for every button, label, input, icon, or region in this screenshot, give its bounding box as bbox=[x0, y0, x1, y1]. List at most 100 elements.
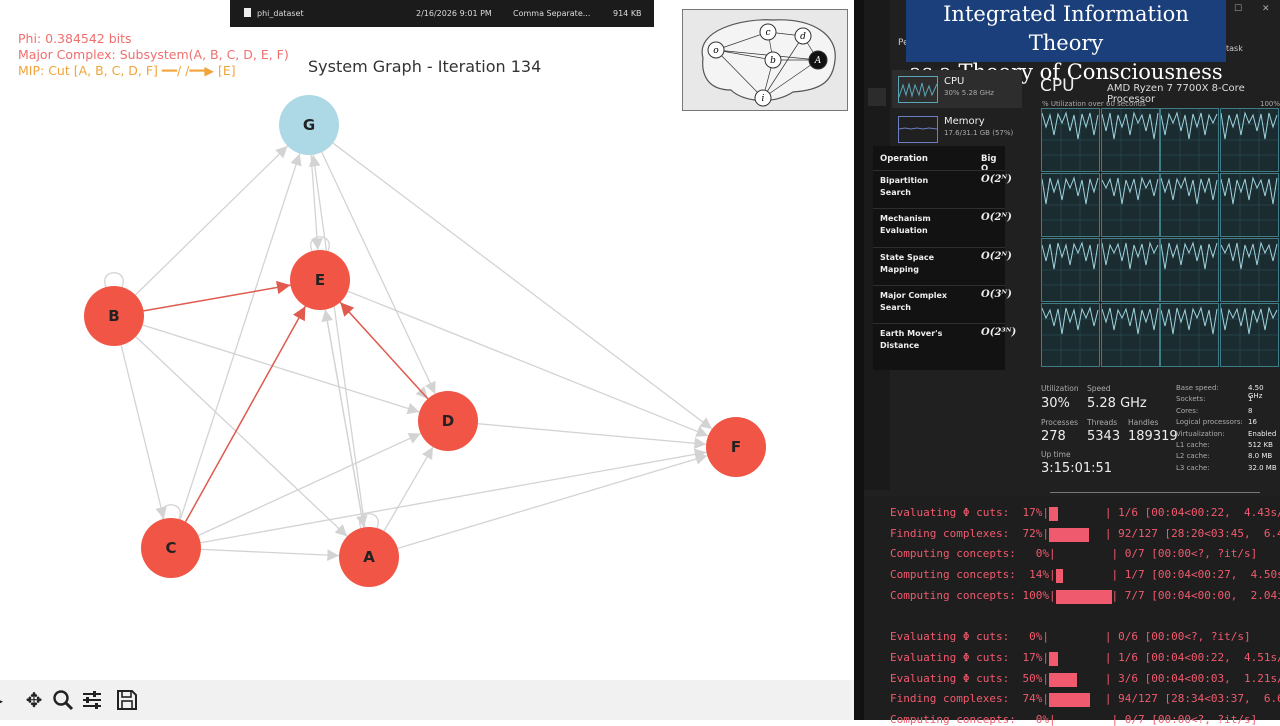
edge-B-C bbox=[121, 345, 164, 519]
file-name: phi_dataset bbox=[257, 9, 304, 18]
edge-A-D bbox=[384, 447, 433, 531]
big-o-value: O(2ᴺ) bbox=[981, 174, 1012, 185]
graph-title: System Graph - Iteration 134 bbox=[308, 57, 541, 76]
terminal-line-stats: | 7/7 [00:04<00:00, 2.04it/s] bbox=[1112, 589, 1280, 602]
spec-value: 4.50 GHz bbox=[1248, 384, 1280, 400]
progress-bar bbox=[1056, 590, 1112, 604]
cpu-core-graph bbox=[1101, 238, 1160, 302]
cpu-core-graph bbox=[1160, 238, 1219, 302]
spec-key: Virtualization: bbox=[1176, 430, 1225, 438]
file-explorer-row[interactable]: phi_dataset 2/16/2026 9:01 PM Comma Sepa… bbox=[230, 0, 654, 27]
edge-E-A bbox=[325, 310, 364, 528]
run-task-button[interactable]: task bbox=[1226, 44, 1243, 53]
complexity-row: Bipartition Search O(2ᴺ) bbox=[873, 170, 1005, 207]
node-label: E bbox=[315, 271, 325, 289]
cpu-core-graph bbox=[1041, 238, 1100, 302]
spec-value: 1 bbox=[1248, 395, 1252, 403]
cpu-core-graph bbox=[1220, 173, 1279, 237]
home-icon[interactable]: ▸ bbox=[0, 688, 10, 712]
cpu-core-graph bbox=[1041, 303, 1100, 367]
complexity-row: State Space Mapping O(2ᴺ) bbox=[873, 247, 1005, 286]
progress-bar bbox=[1049, 528, 1089, 542]
pan-icon[interactable]: ✥ bbox=[22, 688, 46, 712]
complexity-row: Earth Mover's Distance O(2³ᴺ) bbox=[873, 323, 1005, 364]
brain-label-o: o bbox=[713, 46, 719, 56]
edge-E-F bbox=[348, 291, 708, 436]
spec-value: 8 bbox=[1248, 407, 1252, 415]
cpu-core-graph bbox=[1101, 303, 1160, 367]
edge-C-F bbox=[201, 452, 707, 542]
file-date: 2/16/2026 9:01 PM bbox=[416, 9, 492, 18]
cpu-core-graph bbox=[1101, 108, 1160, 172]
big-o-value: O(2³ᴺ) bbox=[981, 327, 1016, 338]
sidebar-processes-icon[interactable] bbox=[868, 88, 886, 106]
maximize-icon[interactable]: ☐ bbox=[1234, 4, 1242, 14]
spec-key: Logical processors: bbox=[1176, 418, 1243, 426]
nav-cpu[interactable]: CPU 30% 5.28 GHz bbox=[892, 70, 1022, 108]
edge-C-E bbox=[186, 306, 306, 522]
uptime-label: Up time bbox=[1041, 450, 1071, 459]
close-icon[interactable]: ✕ bbox=[1262, 4, 1270, 14]
cpu-core-grid bbox=[1041, 108, 1278, 368]
header-operation: Operation bbox=[880, 154, 928, 164]
big-o-value: O(3ᴺ) bbox=[981, 289, 1012, 300]
spec-key: L2 cache: bbox=[1176, 452, 1210, 460]
brain-label-d: d bbox=[800, 32, 806, 42]
terminal-line-stats: | 92/127 [28:20<03:45, 6.45s/it] bbox=[1105, 527, 1280, 540]
spec-key: Cores: bbox=[1176, 407, 1198, 415]
brain-label-i: i bbox=[762, 94, 765, 104]
file-type: Comma Separate... bbox=[513, 9, 590, 18]
nav-memory[interactable]: Memory 17.6/31.1 GB (57%) bbox=[892, 110, 1022, 148]
terminal-line-label: Evaluating Φ cuts: 50%| bbox=[890, 672, 1049, 685]
operation-name: Earth Mover's Distance bbox=[880, 328, 948, 352]
progress-bar bbox=[1049, 673, 1077, 687]
edge-G-F bbox=[333, 143, 712, 429]
node-label: G bbox=[303, 116, 315, 134]
progress-bar bbox=[1056, 569, 1064, 583]
terminal-line-stats: | 1/6 [00:04<00:22, 4.51s/it] bbox=[1105, 651, 1280, 664]
file-icon bbox=[244, 8, 251, 17]
spec-key: L1 cache: bbox=[1176, 441, 1210, 449]
phi-info-panel: Phi: 0.384542 bits Major Complex: Subsys… bbox=[18, 31, 289, 79]
edge-C-D bbox=[198, 434, 420, 536]
configure-icon[interactable] bbox=[80, 688, 104, 712]
terminal-line-label: Evaluating Φ cuts: 0%| bbox=[890, 630, 1049, 643]
nav-cpu-label: CPU bbox=[944, 76, 964, 87]
zoom-icon[interactable] bbox=[51, 688, 75, 712]
node-E: E bbox=[290, 250, 350, 310]
handles-label: Handles bbox=[1128, 418, 1158, 427]
terminal-line-stats: | 1/7 [00:04<00:27, 4.50s/it] bbox=[1112, 568, 1280, 581]
handles-value: 189319 bbox=[1128, 429, 1178, 444]
panel-divider bbox=[854, 0, 864, 720]
mip-cut: MIP: Cut [A, B, C, D, F] ━━/ /━━▶ [E] bbox=[18, 63, 289, 79]
node-D: D bbox=[418, 391, 478, 451]
terminal-line-label: Finding complexes: 74%| bbox=[890, 692, 1049, 705]
edge-D-F bbox=[478, 424, 706, 445]
cpu-thumbnail bbox=[898, 76, 938, 103]
phi-value: Phi: 0.384542 bits bbox=[18, 31, 289, 47]
cpu-core-graph bbox=[1220, 238, 1279, 302]
utilization-label: Utilization bbox=[1041, 384, 1079, 393]
processes-value: 278 bbox=[1041, 429, 1066, 444]
cpu-core-graph bbox=[1160, 108, 1219, 172]
cpu-core-graph bbox=[1220, 108, 1279, 172]
cpu-core-graph bbox=[1160, 303, 1219, 367]
edge-A-F bbox=[398, 456, 708, 549]
utilization-caption: % Utilization over 60 seconds bbox=[1042, 100, 1146, 108]
node-F: F bbox=[706, 417, 766, 477]
terminal-line-label: Finding complexes: 72%| bbox=[890, 527, 1049, 540]
spec-key: Sockets: bbox=[1176, 395, 1205, 403]
operation-name: Major Complex Search bbox=[880, 290, 948, 314]
complexity-row: Major Complex Search O(3ᴺ) bbox=[873, 285, 1005, 324]
save-icon[interactable] bbox=[115, 688, 139, 712]
plot-toolbar: ▸ ✥ bbox=[0, 680, 854, 720]
terminal-line-label: Computing concepts: 14%| bbox=[890, 568, 1056, 581]
operation-name: Bipartition Search bbox=[880, 175, 948, 199]
spec-value: 32.0 MB bbox=[1248, 464, 1277, 472]
cpu-title: CPU bbox=[1040, 76, 1075, 96]
spec-key: L3 cache: bbox=[1176, 464, 1210, 472]
node-label: F bbox=[731, 438, 741, 456]
memory-thumbnail bbox=[898, 116, 938, 143]
utilization-value: 30% bbox=[1041, 396, 1070, 411]
big-o-value: O(2ᴺ) bbox=[981, 212, 1012, 223]
